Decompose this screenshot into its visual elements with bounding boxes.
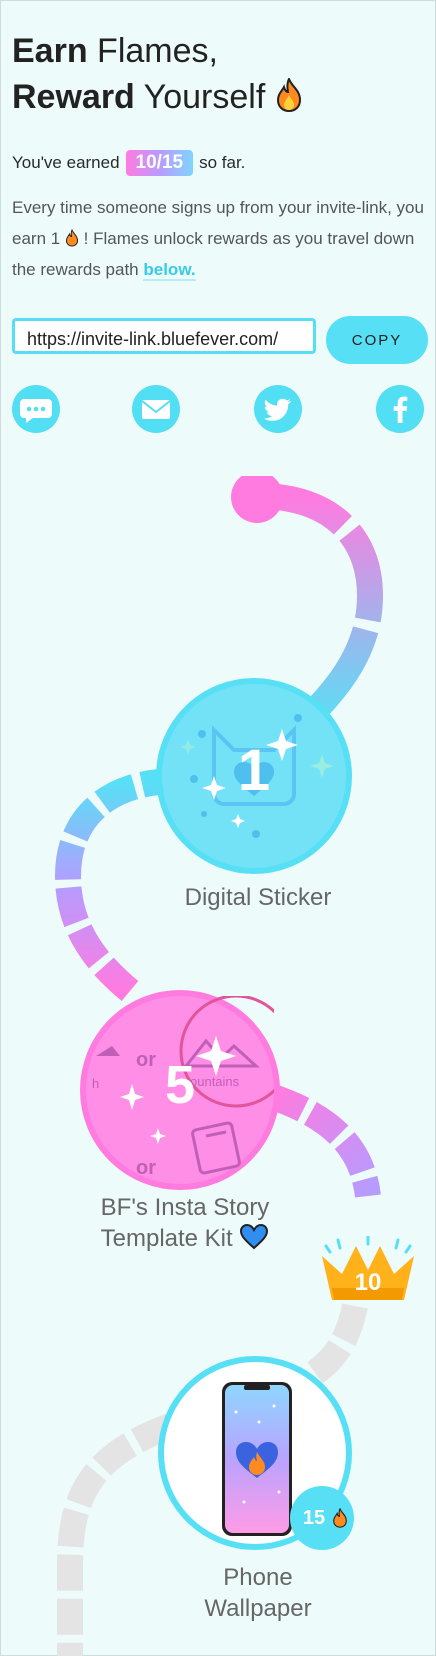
description: Every time someone signs up from your in… [12,192,428,285]
title-light-2: Yourself [143,78,266,116]
invite-link-input[interactable]: https://invite-link.bluefever.com/ [12,318,316,354]
progress-badge: 10/15 [125,150,194,176]
facebook-icon [393,396,408,423]
progress-suffix: so far. [199,153,246,172]
flame-icon-small [65,228,84,248]
title-light-1: Flames, [97,32,218,70]
reward-1-badge: 1 [237,738,271,803]
facebook-share-button[interactable] [376,385,424,433]
milestone-crown: 10 [318,1234,418,1306]
reward-2-badge: 5 [164,1055,196,1115]
chat-share-button[interactable] [12,385,60,433]
reward-2-label: BF's Insta Story Template Kit [60,1192,310,1254]
path-start-dot [231,476,283,523]
crown-value: 10 [354,1269,382,1296]
reward-2-label-line2: Template Kit [60,1223,310,1254]
page-title: Earn Flames, Reward Yourself [12,28,303,124]
reward-3-badge: 15 [290,1486,354,1550]
copy-button[interactable]: COPY [326,316,428,364]
twitter-share-button[interactable] [254,385,302,433]
flame-icon [275,76,303,124]
reward-insta-template-kit[interactable]: or or ountains h 5 [80,990,280,1190]
twitter-icon [263,398,291,421]
reward-3-badge-value: 15 [302,1507,326,1529]
heart-icon [239,1223,269,1252]
flame-icon-badge [332,1507,348,1533]
reward-2-label-line1: BF's Insta Story [100,1194,270,1221]
title-bold-2: Reward [12,78,135,116]
below-link[interactable]: below. [143,260,196,281]
mail-icon [141,400,171,419]
reward-3-label-line1: Phone [223,1564,293,1591]
sticker-word-or-2: or [136,1157,156,1179]
reward-3-label: Phone Wallpaper [140,1562,376,1624]
reward-1-label: Digital Sticker [184,884,332,911]
mail-share-button[interactable] [132,385,180,433]
progress-text: You've earned 10/15 so far. [12,150,245,176]
title-bold-1: Earn [12,32,88,70]
progress-prefix: You've earned [12,153,120,172]
reward-digital-sticker[interactable]: 1 [156,678,352,874]
reward-3-label-line2: Wallpaper [204,1595,312,1622]
chat-icon [20,399,52,423]
